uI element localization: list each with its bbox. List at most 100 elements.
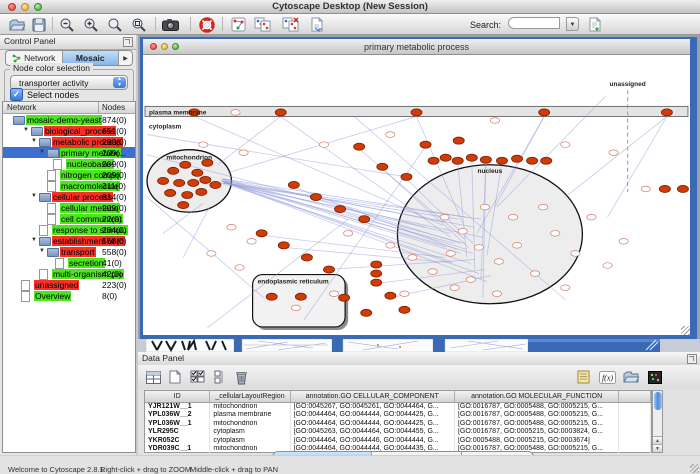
matrix-icon[interactable] [646, 368, 664, 386]
tab-overflow-arrow[interactable]: ▶ [119, 51, 132, 65]
float-panel-icon[interactable] [123, 37, 133, 47]
table-cell: [GO:0016787, GO:0005488, GO:0005215, G..… [455, 420, 619, 428]
disclosure-arrow-icon[interactable]: ▼ [31, 237, 37, 244]
attribute-table-header[interactable]: ID_cellularLayoutRegionannotation.GO CEL… [145, 391, 651, 403]
disclosure-arrow-icon[interactable]: ▼ [31, 138, 37, 145]
network-close-button[interactable] [150, 43, 157, 50]
table-cell: YPL036W__1 [145, 420, 210, 428]
node-color-selection-label: Node color selection [10, 63, 93, 73]
tree-item[interactable]: nucleobase-209(0) [3, 158, 135, 169]
node-selected [335, 206, 346, 213]
network-icon[interactable] [230, 16, 247, 33]
node-selected [323, 266, 334, 273]
minimize-window-button[interactable] [21, 3, 29, 11]
tree-item[interactable]: ▼metabolic process280(0) [3, 136, 135, 147]
scroll-down-button[interactable]: ▼ [653, 444, 662, 452]
table-row[interactable]: YPL036W__2plasma membrane[GO:0044464, GO… [145, 411, 651, 419]
close-window-button[interactable] [8, 3, 16, 11]
open-file-icon[interactable] [8, 16, 25, 33]
node-selected [399, 306, 410, 313]
add-page-icon[interactable] [586, 16, 603, 33]
tree-item[interactable]: unassigned223(0) [3, 279, 135, 290]
node-unselected [492, 291, 501, 297]
node-selected [377, 163, 388, 170]
open-attributes-icon[interactable] [622, 368, 640, 386]
zoom-window-button[interactable] [34, 3, 42, 11]
node-selected [371, 261, 382, 268]
column-header[interactable]: ID [145, 391, 210, 402]
tree-item[interactable]: mosaic-demo-yeast874(0) [3, 114, 135, 125]
tree-item[interactable]: ▼cellular process614(0) [3, 191, 135, 202]
table-cell: [GO:0044464, GO:0044444, GO:0044425, G..… [291, 420, 455, 428]
table-cell: YKR052C [145, 437, 210, 445]
disclosure-arrow-icon[interactable]: ▼ [31, 193, 37, 200]
network-minimize-button[interactable] [161, 43, 168, 50]
tree-item[interactable]: cellular metabo209(0) [3, 202, 135, 213]
network-from-selected-icon[interactable] [254, 16, 271, 33]
disclosure-arrow-icon[interactable]: ▼ [39, 149, 45, 156]
tree-item[interactable]: ▼establishment of lo558(0) [3, 235, 135, 246]
network-window[interactable]: primary metabolic process plasma membran… [140, 37, 697, 339]
select-nodes-checkbox[interactable]: ✓ [10, 88, 23, 101]
network-tree-pane: Network Nodes mosaic-demo-yeast874(0)▼bi… [2, 101, 136, 453]
zoom-out-icon[interactable] [58, 16, 75, 33]
tree-item[interactable]: ▼primary metabo209(... [3, 147, 135, 158]
tree-item[interactable]: response to stimulu264(0) [3, 224, 135, 235]
tree-item-label: transport [60, 247, 96, 257]
tree-item[interactable]: ▼biological_process651(0) [3, 125, 135, 136]
select-attributes-icon[interactable] [188, 368, 206, 386]
table-row[interactable]: YJR121W__1mitochondrion[GO:0045267, GO:0… [145, 403, 651, 411]
edge [608, 116, 667, 217]
save-icon[interactable] [30, 16, 47, 33]
tree-item[interactable]: secretion41(0) [3, 257, 135, 268]
column-header[interactable]: annotation.GO MOLECULAR_FUNCTION [455, 391, 619, 402]
tree-item[interactable]: cell communicat22(0) [3, 213, 135, 224]
table-cell [619, 420, 651, 428]
table-row[interactable]: YLR295Ccytoplasm[GO:0045263, GO:0044464,… [145, 428, 651, 436]
tab-mosaic-label: Mosaic [76, 53, 105, 63]
tree-item[interactable]: nitrogen compo209(0) [3, 169, 135, 180]
tree-item[interactable]: macromolecule311(0) [3, 180, 135, 191]
help-lifesaver-icon[interactable] [198, 16, 215, 33]
disclosure-arrow-icon[interactable]: ▼ [23, 127, 29, 134]
function-builder-icon[interactable]: f(x) [598, 368, 616, 386]
scroll-up-button[interactable]: ▲ [653, 436, 662, 444]
tree-item[interactable]: ▼transport558(0) [3, 246, 135, 257]
delete-attribute-icon[interactable] [232, 368, 250, 386]
zoom-in-icon[interactable] [82, 16, 99, 33]
node-unselected [609, 150, 618, 156]
column-header[interactable] [619, 391, 651, 402]
table-row[interactable]: YPL036W__1mitochondrion[GO:0044464, GO:0… [145, 420, 651, 428]
table-scrollbar[interactable]: ▲ ▼ [652, 390, 663, 453]
tree-item-count: 209(0) [102, 203, 127, 213]
new-attribute-icon[interactable] [166, 368, 184, 386]
tree-item[interactable]: Overview8(0) [3, 290, 135, 301]
disclosure-arrow-icon[interactable]: ▼ [39, 248, 45, 255]
notes-icon[interactable] [574, 368, 592, 386]
attribute-batch-icon[interactable] [210, 368, 228, 386]
background-windows-strip [138, 339, 700, 352]
network-canvas[interactable]: plasma membranecytoplasmmitochondrionnuc… [143, 56, 690, 335]
node-selected [192, 169, 203, 176]
snapshot-camera-icon[interactable] [162, 16, 179, 33]
data-panel-float-icon[interactable] [687, 354, 697, 364]
import-annotation-icon[interactable] [308, 16, 325, 33]
column-header[interactable]: annotation.GO CELLULAR_COMPONENT [291, 391, 455, 402]
table-scrollbar-thumb[interactable] [654, 392, 662, 410]
network-zoom-button[interactable] [172, 43, 179, 50]
attribute-table[interactable]: ID_cellularLayoutRegionannotation.GO CEL… [144, 390, 652, 453]
network-window-titlebar[interactable]: primary metabolic process [143, 39, 690, 55]
zoom-fit-icon[interactable] [130, 16, 147, 33]
destroy-network-icon[interactable] [282, 16, 299, 33]
network-window-resize-grip[interactable] [681, 326, 690, 335]
app-resize-grip[interactable] [690, 464, 699, 473]
search-input[interactable] [508, 17, 560, 29]
node-unselected [561, 142, 570, 148]
tree-item[interactable]: multi-organism pro42(0) [3, 268, 135, 279]
column-header[interactable]: _cellularLayoutRegion [210, 391, 290, 402]
zoom-selected-icon[interactable] [106, 16, 123, 33]
attribute-table-icon[interactable] [144, 368, 162, 386]
table-row[interactable]: YKR052Ccytoplasm[GO:0044464, GO:0044446,… [145, 437, 651, 445]
node-selected [288, 181, 299, 188]
search-dropdown-arrow[interactable]: ▼ [566, 17, 579, 31]
